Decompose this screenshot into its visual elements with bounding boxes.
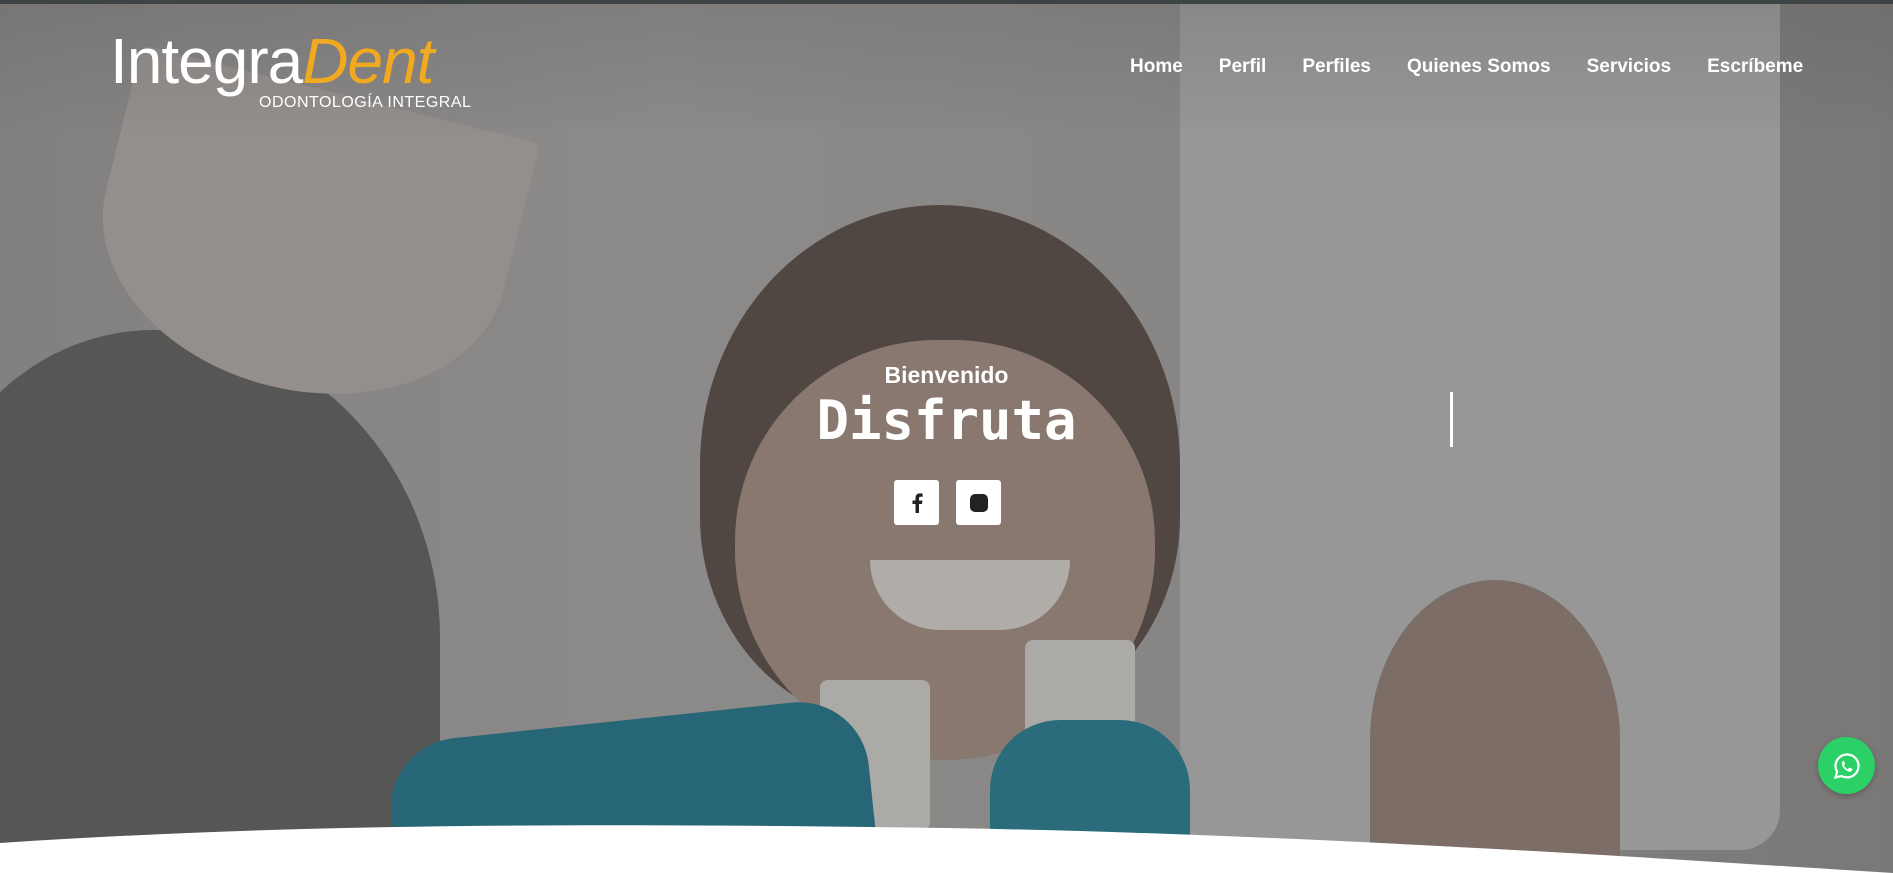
facebook-icon [912,492,923,513]
main-navigation: Home Perfil Perfiles Quienes Somos Servi… [1130,54,1803,80]
top-border [0,0,1893,4]
whatsapp-icon [1833,752,1860,779]
nav-item-home[interactable]: Home [1130,54,1183,80]
nav-item-servicios[interactable]: Servicios [1587,54,1672,80]
nav-item-escribeme[interactable]: Escríbeme [1707,54,1803,80]
nav-item-perfiles[interactable]: Perfiles [1302,54,1371,80]
hero-headline: Disfruta [816,389,1077,452]
logo-tagline: ODONTOLOGÍA INTEGRAL [259,94,472,111]
instagram-button[interactable] [956,480,1001,525]
logo-wordmark: IntegraDent [110,25,434,97]
brand-logo[interactable]: IntegraDent ODONTOLOGÍA INTEGRAL [110,25,472,116]
facebook-button[interactable] [894,480,939,525]
hero-bottom-wave [0,825,1893,873]
hero-greeting: Bienvenido [884,362,1009,388]
logo-name-part1: Integra [110,25,303,97]
typing-cursor [1450,392,1453,447]
instagram-icon [969,493,988,512]
whatsapp-button[interactable] [1818,737,1875,794]
nav-item-quienes-somos[interactable]: Quienes Somos [1407,54,1551,80]
hero-section: IntegraDent ODONTOLOGÍA INTEGRAL Home Pe… [0,0,1893,873]
logo-name-part2: Dent [302,25,434,97]
nav-item-perfil[interactable]: Perfil [1219,54,1267,80]
